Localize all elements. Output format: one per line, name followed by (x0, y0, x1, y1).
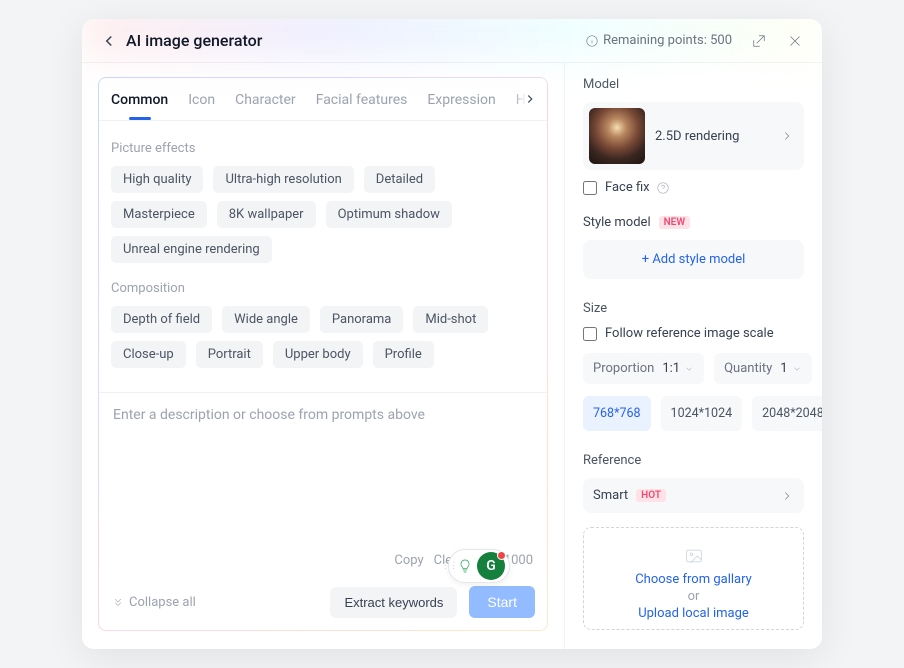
add-style-model-button[interactable]: Add style model (583, 240, 804, 279)
help-icon[interactable] (656, 181, 670, 195)
prompt-tag[interactable]: Optimum shadow (326, 201, 452, 228)
model-name: 2.5D rendering (655, 129, 780, 144)
assistant-bubble[interactable]: ⋮⋮ G (448, 549, 510, 583)
copy-button[interactable]: Copy (394, 553, 423, 568)
face-fix-input[interactable] (583, 181, 597, 195)
follow-reference-checkbox[interactable]: Follow reference image scale (583, 326, 804, 341)
double-chevron-down-icon (111, 595, 125, 609)
tab-facial-features[interactable]: Facial features (316, 78, 408, 120)
prompt-input[interactable]: Enter a description or choose from promp… (99, 393, 547, 553)
chevron-right-icon (780, 489, 794, 503)
tab-common[interactable]: Common (111, 78, 168, 120)
tabs-scroll-right-button[interactable] (513, 78, 547, 120)
prompt-tag[interactable]: 8K wallpaper (217, 201, 316, 228)
open-external-icon[interactable] (750, 32, 768, 50)
modal-header: AI image generator Remaining points: 500 (82, 19, 822, 62)
prompt-tag[interactable]: High quality (111, 166, 203, 193)
drag-handle-icon[interactable]: ⋮⋮ (441, 561, 457, 571)
prompt-tag[interactable]: Wide angle (222, 306, 310, 333)
model-thumbnail (589, 108, 645, 164)
reference-mode-selector[interactable]: Smart HOT (583, 478, 804, 513)
reference-upload-area[interactable]: Choose from gallary or Upload local imag… (583, 527, 804, 630)
proportion-select[interactable]: Proportion 1:1 (583, 353, 704, 384)
prompt-tag[interactable]: Unreal engine rendering (111, 236, 272, 263)
extract-keywords-button[interactable]: Extract keywords (330, 587, 457, 618)
tag-group-label: Picture effects (111, 141, 535, 156)
follow-reference-input[interactable] (583, 327, 597, 341)
close-icon[interactable] (786, 32, 804, 50)
style-model-section-label: Style model NEW (583, 215, 804, 230)
prompt-tag[interactable]: Ultra-high resolution (213, 166, 353, 193)
chevron-right-icon (523, 92, 537, 106)
tab-expression[interactable]: Expression (427, 78, 495, 120)
size-section-label: Size (583, 301, 804, 316)
size-preset[interactable]: 768*768 (583, 396, 651, 431)
settings-panel: Model 2.5D rendering Face fix Style mode… (564, 63, 822, 649)
prompt-tag[interactable]: Detailed (364, 166, 435, 193)
size-preset[interactable]: 1024*1024 (661, 396, 743, 431)
prompt-tag[interactable]: Upper body (273, 341, 363, 368)
prompt-tag[interactable]: Depth of field (111, 306, 212, 333)
prompt-tag[interactable]: Profile (373, 341, 434, 368)
tag-area: Picture effects High quality Ultra-high re… (99, 121, 547, 392)
reference-section-label: Reference (583, 453, 804, 468)
face-fix-checkbox[interactable]: Face fix (583, 180, 804, 195)
tab-character[interactable]: Character (235, 78, 296, 120)
prompt-tag[interactable]: Masterpiece (111, 201, 207, 228)
chevron-down-icon (684, 364, 694, 374)
new-badge: NEW (659, 216, 691, 229)
size-presets: 768*7681024*10242048*2048 (583, 396, 804, 431)
lightbulb-icon (457, 558, 473, 574)
choose-from-gallery-link[interactable]: Choose from gallary (594, 572, 793, 587)
image-icon (684, 546, 704, 566)
model-selector[interactable]: 2.5D rendering (583, 102, 804, 170)
size-preset[interactable]: 2048*2048 (752, 396, 822, 431)
prompt-tag[interactable]: Portrait (196, 341, 263, 368)
quantity-select[interactable]: Quantity 1 (714, 353, 812, 384)
collapse-all-button[interactable]: Collapse all (111, 595, 196, 610)
grammarly-icon[interactable]: G (477, 552, 505, 580)
prompt-tag[interactable]: Panorama (320, 306, 404, 333)
back-chevron-icon[interactable] (100, 32, 118, 50)
chevron-right-icon (780, 129, 794, 143)
prompt-tag[interactable]: Close-up (111, 341, 186, 368)
start-button[interactable]: Start (469, 586, 535, 618)
prompt-tag[interactable]: Mid-shot (413, 306, 488, 333)
model-section-label: Model (583, 77, 804, 92)
remaining-points: Remaining points: 500 (585, 33, 732, 48)
page-title: AI image generator (126, 31, 262, 50)
info-circle-icon (585, 34, 599, 48)
prompt-tabs: Common Icon Character Facial features Expres… (99, 78, 547, 121)
tab-icon[interactable]: Icon (188, 78, 215, 120)
tag-group-label: Composition (111, 281, 535, 296)
upload-local-image-link[interactable]: Upload local image (594, 606, 793, 621)
chevron-down-icon (792, 364, 802, 374)
hot-badge: HOT (636, 489, 666, 502)
